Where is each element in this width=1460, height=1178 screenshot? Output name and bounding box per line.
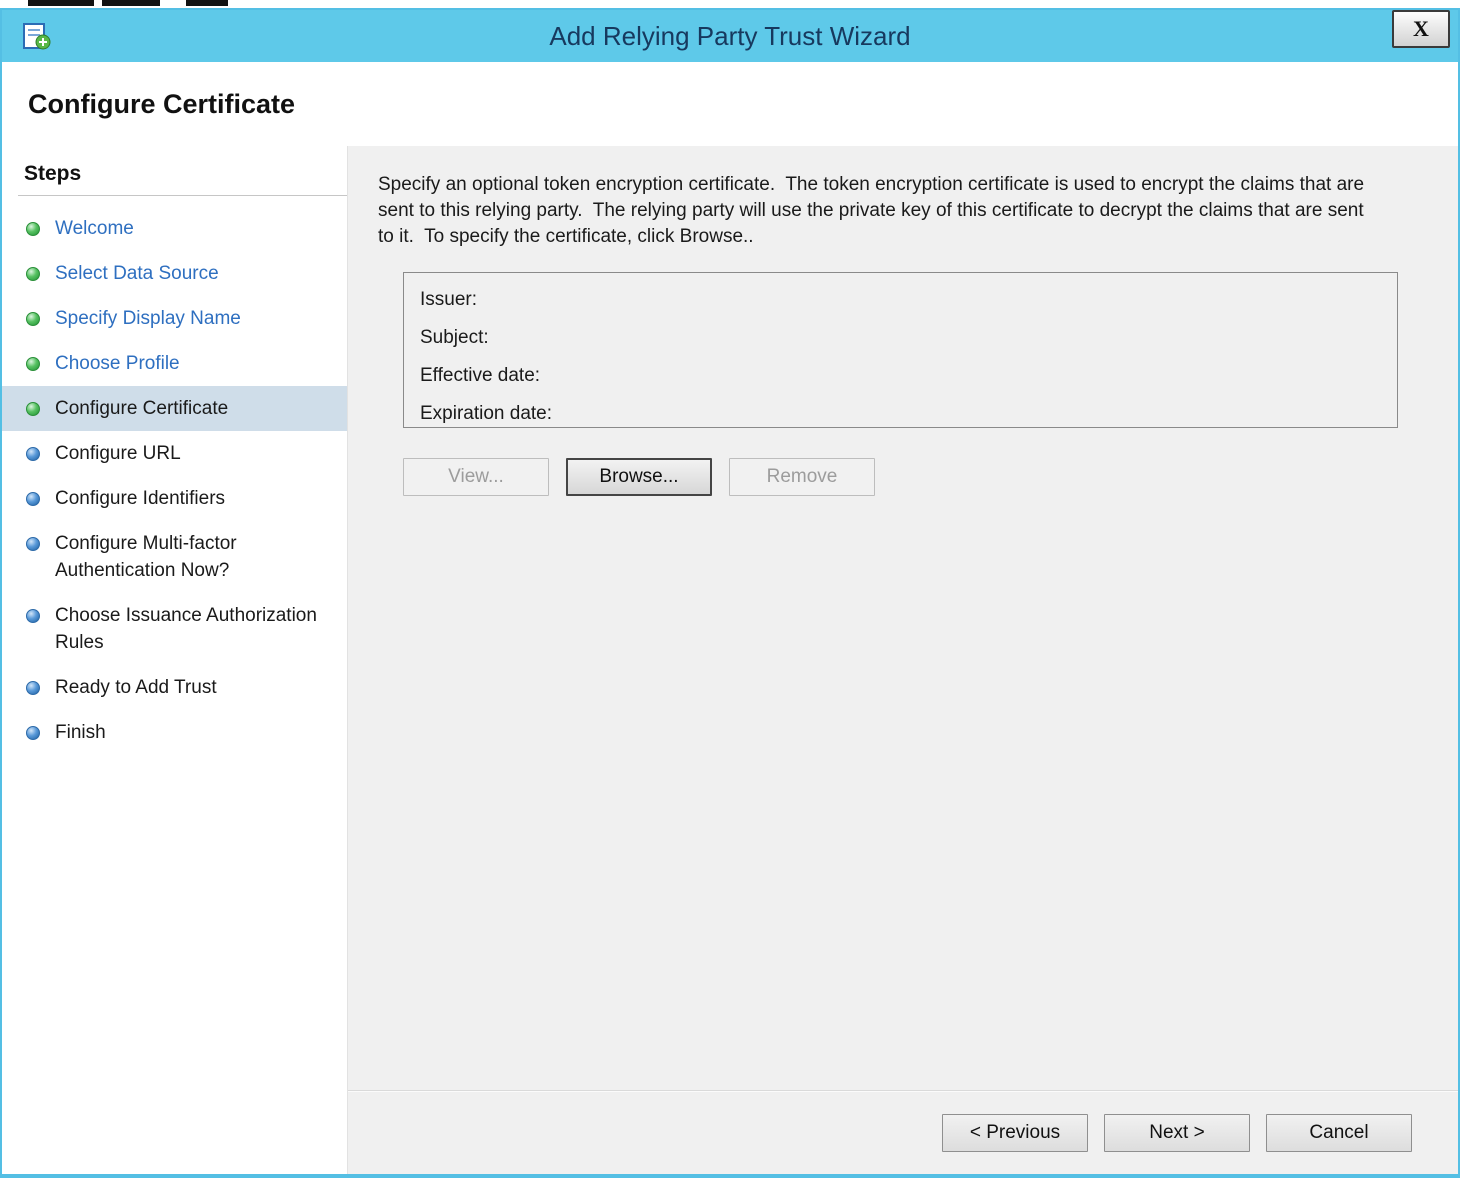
step-label: Configure Multi-factor Authentication No… — [55, 533, 237, 581]
step-item-select-data-source[interactable]: Select Data Source — [2, 251, 347, 296]
certificate-effective-date-label: Effective date: — [420, 365, 541, 386]
window-title: Add Relying Party Trust Wizard — [549, 20, 911, 51]
step-current-icon — [26, 402, 40, 416]
cancel-button[interactable]: Cancel — [1266, 1113, 1412, 1152]
step-label: Finish — [55, 722, 106, 743]
certificate-details-box: Issuer: Subject: Effective date: Expirat… — [403, 272, 1398, 428]
view-button[interactable]: View... — [403, 458, 549, 496]
step-label: Choose Issuance Authorization Rules — [55, 605, 317, 653]
step-label: Configure Identifiers — [55, 488, 226, 509]
step-item-welcome[interactable]: Welcome — [2, 206, 347, 251]
step-label: Select Data Source — [55, 263, 219, 284]
steps-heading: Steps — [24, 162, 82, 185]
step-label: Specify Display Name — [55, 308, 241, 329]
step-label: Welcome — [55, 218, 134, 239]
content-panel: Specify an optional token encryption cer… — [347, 146, 1458, 1174]
background-artifact — [28, 0, 94, 6]
wizard-body: Steps Welcome Select Data Source Specify… — [2, 146, 1458, 1174]
browse-button[interactable]: Browse... — [566, 458, 712, 496]
title-bar: Add Relying Party Trust Wizard X — [2, 10, 1458, 62]
certificate-actions: View... Browse... Remove — [403, 458, 1424, 496]
footer-bar: < Previous Next > Cancel — [348, 1090, 1458, 1174]
steps-sidebar: Steps Welcome Select Data Source Specify… — [2, 146, 347, 1174]
certificate-issuer-label: Issuer: — [420, 289, 478, 310]
certificate-expiration-date-label: Expiration date: — [420, 403, 553, 424]
step-pending-icon — [26, 447, 40, 461]
remove-button[interactable]: Remove — [729, 458, 875, 496]
close-button[interactable]: X — [1392, 10, 1450, 48]
steps-divider — [18, 195, 347, 196]
step-item-choose-issuance-rules[interactable]: Choose Issuance Authorization Rules — [2, 593, 347, 665]
certificate-subject-label: Subject: — [420, 327, 489, 348]
instruction-text: Specify an optional token encryption cer… — [378, 174, 1370, 247]
step-pending-icon — [26, 492, 40, 506]
step-pending-icon — [26, 726, 40, 740]
step-completed-icon — [26, 357, 40, 371]
step-pending-icon — [26, 537, 40, 551]
background-artifact — [186, 0, 228, 6]
previous-button[interactable]: < Previous — [942, 1113, 1088, 1152]
step-label: Configure URL — [55, 443, 181, 464]
step-item-configure-identifiers[interactable]: Configure Identifiers — [2, 476, 347, 521]
screen: Add Relying Party Trust Wizard X Configu… — [0, 0, 1460, 1178]
step-pending-icon — [26, 609, 40, 623]
step-completed-icon — [26, 267, 40, 281]
page-title: Configure Certificate — [28, 88, 296, 119]
content-main: Specify an optional token encryption cer… — [348, 146, 1458, 1090]
step-item-configure-url[interactable]: Configure URL — [2, 431, 347, 476]
next-button[interactable]: Next > — [1104, 1113, 1250, 1152]
step-label: Configure Certificate — [55, 398, 229, 419]
step-completed-icon — [26, 222, 40, 236]
wizard-window: Add Relying Party Trust Wizard X Configu… — [0, 8, 1460, 1178]
step-item-ready-to-add-trust[interactable]: Ready to Add Trust — [2, 665, 347, 710]
step-label: Choose Profile — [55, 353, 180, 374]
step-item-finish[interactable]: Finish — [2, 710, 347, 755]
step-pending-icon — [26, 681, 40, 695]
step-item-specify-display-name[interactable]: Specify Display Name — [2, 296, 347, 341]
step-item-choose-profile[interactable]: Choose Profile — [2, 341, 347, 386]
step-item-configure-mfa[interactable]: Configure Multi-factor Authentication No… — [2, 521, 347, 593]
page-header: Configure Certificate — [2, 62, 1458, 146]
background-artifact — [102, 0, 160, 6]
step-item-configure-certificate[interactable]: Configure Certificate — [2, 386, 347, 431]
step-label: Ready to Add Trust — [55, 677, 217, 698]
background-artifacts — [0, 0, 1460, 8]
step-completed-icon — [26, 312, 40, 326]
